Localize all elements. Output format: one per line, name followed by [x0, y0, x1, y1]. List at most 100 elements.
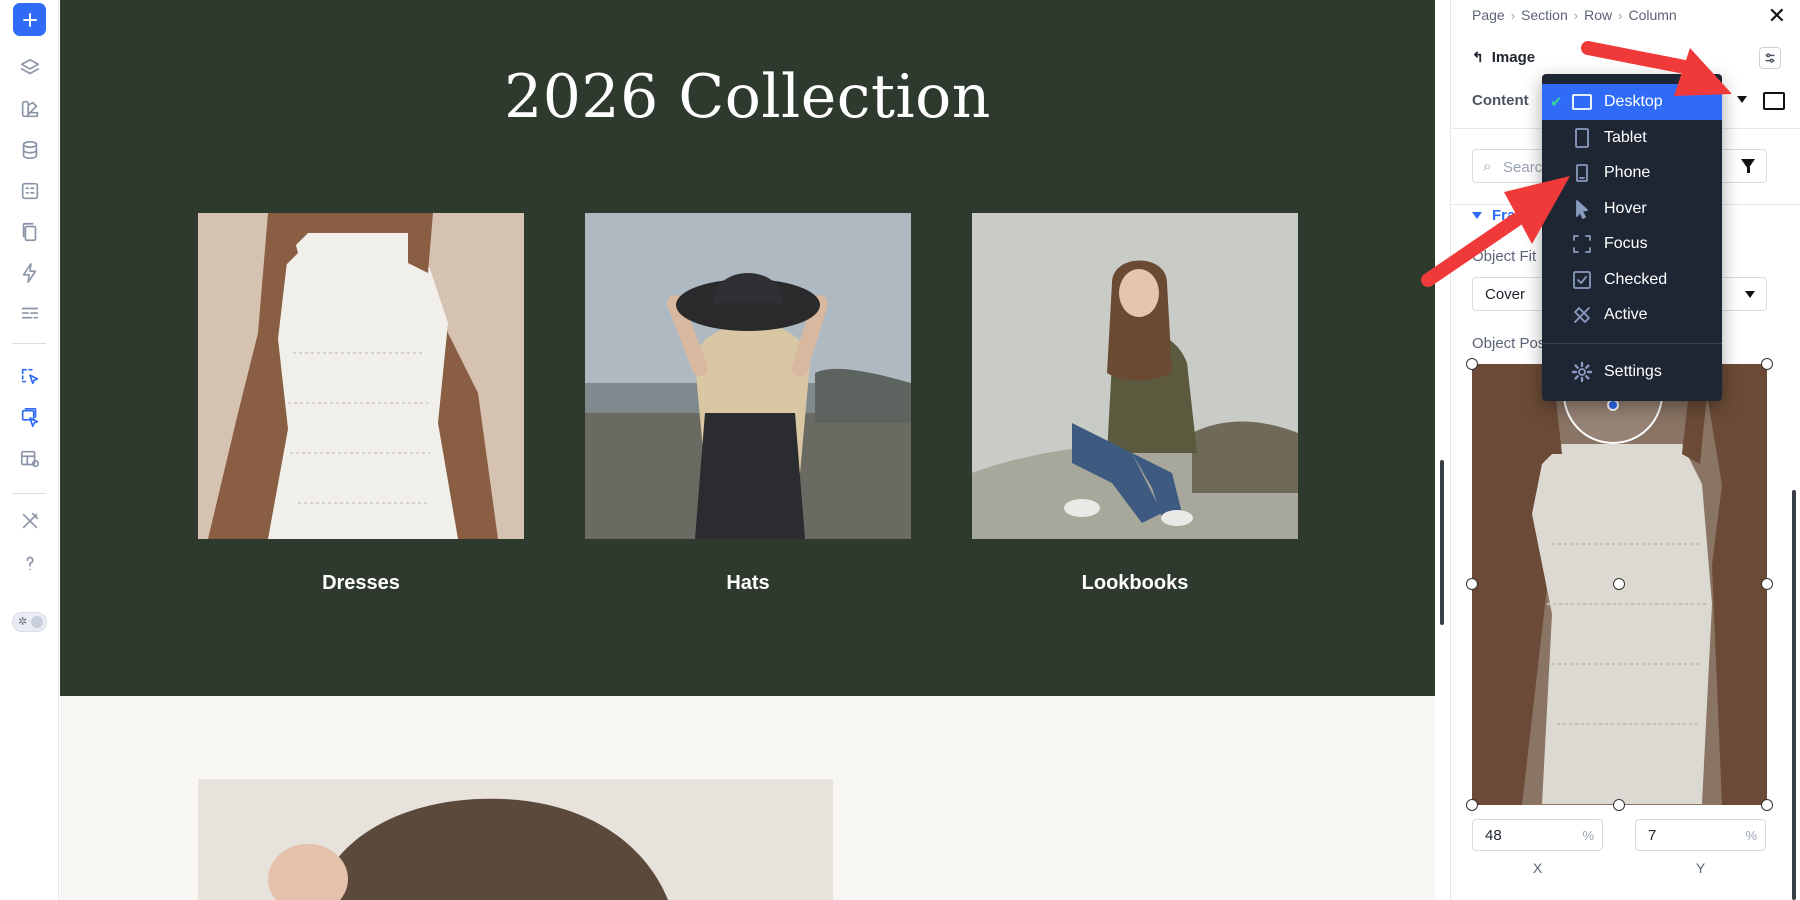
- breadcrumb-column[interactable]: Column: [1628, 7, 1676, 23]
- forms-button[interactable]: [13, 174, 46, 207]
- database-icon: [22, 140, 37, 159]
- position-y-value[interactable]: 7: [1648, 827, 1656, 844]
- active-icon: [1571, 304, 1593, 326]
- sections-button[interactable]: [13, 297, 46, 330]
- menu-item-label: Settings: [1604, 362, 1662, 380]
- resize-handle[interactable]: [1466, 358, 1478, 370]
- palette-icon: [21, 100, 38, 117]
- resize-handle[interactable]: [1466, 578, 1478, 590]
- object-position-editor[interactable]: [1466, 344, 1773, 811]
- element-title-text: Image: [1491, 49, 1536, 66]
- breadcrumb-row[interactable]: Row: [1584, 7, 1612, 23]
- help-button[interactable]: [13, 546, 46, 579]
- lookbooks-image[interactable]: [972, 213, 1298, 539]
- menu-item-hover[interactable]: Hover: [1542, 191, 1722, 227]
- menu-item-phone[interactable]: Phone: [1542, 155, 1722, 191]
- dresses-image[interactable]: [198, 213, 524, 539]
- menu-item-label: Hover: [1604, 199, 1647, 217]
- position-x-value[interactable]: 48: [1485, 827, 1502, 844]
- tools-button[interactable]: [13, 504, 46, 537]
- select-multi-button[interactable]: [13, 401, 46, 434]
- add-element-button[interactable]: [13, 3, 46, 36]
- layers-button[interactable]: [13, 51, 46, 84]
- form-icon: [21, 182, 38, 199]
- desktop-icon: [1571, 91, 1593, 113]
- sun-icon: ✲: [18, 616, 28, 628]
- canvas-scrollbar-thumb[interactable]: [1440, 460, 1444, 625]
- chevron-down-icon: [1745, 291, 1755, 298]
- menu-item-label: Tablet: [1604, 128, 1647, 146]
- menu-item-checked[interactable]: Checked: [1542, 262, 1722, 298]
- menu-item-label: Phone: [1604, 164, 1651, 181]
- preview-button[interactable]: [13, 442, 46, 475]
- styles-button[interactable]: [13, 92, 46, 125]
- collection-section[interactable]: 2026 Collection Dresses Hats Lookbooks: [60, 0, 1435, 696]
- resize-handle[interactable]: [1613, 578, 1625, 590]
- tab-content[interactable]: Content: [1472, 92, 1529, 109]
- phone-icon: [1571, 162, 1593, 184]
- left-toolbar: ✲: [0, 0, 59, 900]
- menu-item-tablet[interactable]: Tablet: [1542, 120, 1722, 156]
- menu-item-active[interactable]: Active: [1542, 297, 1722, 333]
- sliders-icon: [1765, 53, 1775, 63]
- gear-icon: [1571, 361, 1593, 383]
- tools-icon: [22, 512, 38, 528]
- collection-heading[interactable]: 2026 Collection: [60, 62, 1435, 132]
- desktop-state-icon[interactable]: [1763, 92, 1785, 110]
- menu-item-desktop[interactable]: ✔ Desktop: [1542, 84, 1722, 120]
- chevron-right-icon: ›: [1618, 7, 1623, 23]
- search-icon: ⌕: [1483, 158, 1492, 175]
- element-title: ↰ Image: [1472, 49, 1535, 66]
- checkmark-icon: ✔: [1550, 94, 1563, 111]
- chevron-down-icon[interactable]: [1737, 96, 1747, 103]
- dresses-label[interactable]: Dresses: [198, 572, 524, 595]
- position-x-unit: %: [1582, 828, 1594, 843]
- position-x-field[interactable]: 48 %: [1472, 819, 1603, 851]
- resize-handle[interactable]: [1761, 358, 1773, 370]
- pages-button[interactable]: [13, 215, 46, 248]
- focus-icon: [1571, 233, 1593, 255]
- database-button[interactable]: [13, 133, 46, 166]
- object-fit-value: Cover: [1485, 286, 1526, 303]
- panel-options-button[interactable]: [1759, 47, 1781, 69]
- breadcrumb-section[interactable]: Section: [1521, 7, 1568, 23]
- filter-icon[interactable]: [1741, 159, 1755, 173]
- menu-item-label: Desktop: [1604, 93, 1663, 110]
- position-y-label: Y: [1695, 860, 1706, 876]
- resize-handle[interactable]: [1761, 578, 1773, 590]
- multi-select-icon: [21, 407, 38, 427]
- theme-toggle[interactable]: ✲: [12, 612, 47, 632]
- frame-section-header[interactable]: Frame: [1472, 207, 1537, 224]
- panel-scrollbar[interactable]: [1792, 490, 1796, 900]
- hats-label[interactable]: Hats: [585, 572, 911, 595]
- caret-down-icon: [1472, 212, 1482, 219]
- resize-handle[interactable]: [1613, 799, 1625, 811]
- back-arrow-icon[interactable]: ↰: [1472, 49, 1484, 66]
- app: ✲ 2026 Collection Dresses Hats Lookbooks…: [0, 0, 1800, 900]
- resize-handle[interactable]: [1761, 799, 1773, 811]
- breadcrumb-page[interactable]: Page: [1472, 7, 1505, 23]
- position-x-label: X: [1532, 860, 1543, 876]
- page-canvas[interactable]: 2026 Collection Dresses Hats Lookbooks: [60, 0, 1435, 900]
- lookbooks-label[interactable]: Lookbooks: [972, 572, 1298, 595]
- sections-icon: [21, 307, 38, 318]
- close-icon[interactable]: ✕: [1768, 5, 1786, 27]
- menu-item-settings[interactable]: Settings: [1542, 354, 1722, 390]
- menu-item-focus[interactable]: Focus: [1542, 226, 1722, 262]
- resize-handle[interactable]: [1466, 799, 1478, 811]
- canvas-scrollbar[interactable]: [1435, 0, 1450, 900]
- position-y-field[interactable]: 7 %: [1635, 819, 1766, 851]
- hats-image[interactable]: [585, 213, 911, 539]
- checkbox-icon: [1571, 269, 1593, 291]
- interactions-button[interactable]: [13, 256, 46, 289]
- breakpoint-state-menu: ✔ Desktop Tablet Phone Hover Focus Check…: [1542, 74, 1722, 401]
- toolbar-divider: [12, 493, 46, 494]
- position-y-unit: %: [1745, 828, 1757, 843]
- featured-image[interactable]: [198, 779, 833, 900]
- menu-item-label: Checked: [1604, 270, 1668, 288]
- select-parent-button[interactable]: [13, 360, 46, 393]
- question-icon: [25, 556, 34, 570]
- menu-item-label: Active: [1604, 306, 1648, 323]
- menu-divider: [1542, 342, 1722, 344]
- layers-icon: [20, 58, 39, 74]
